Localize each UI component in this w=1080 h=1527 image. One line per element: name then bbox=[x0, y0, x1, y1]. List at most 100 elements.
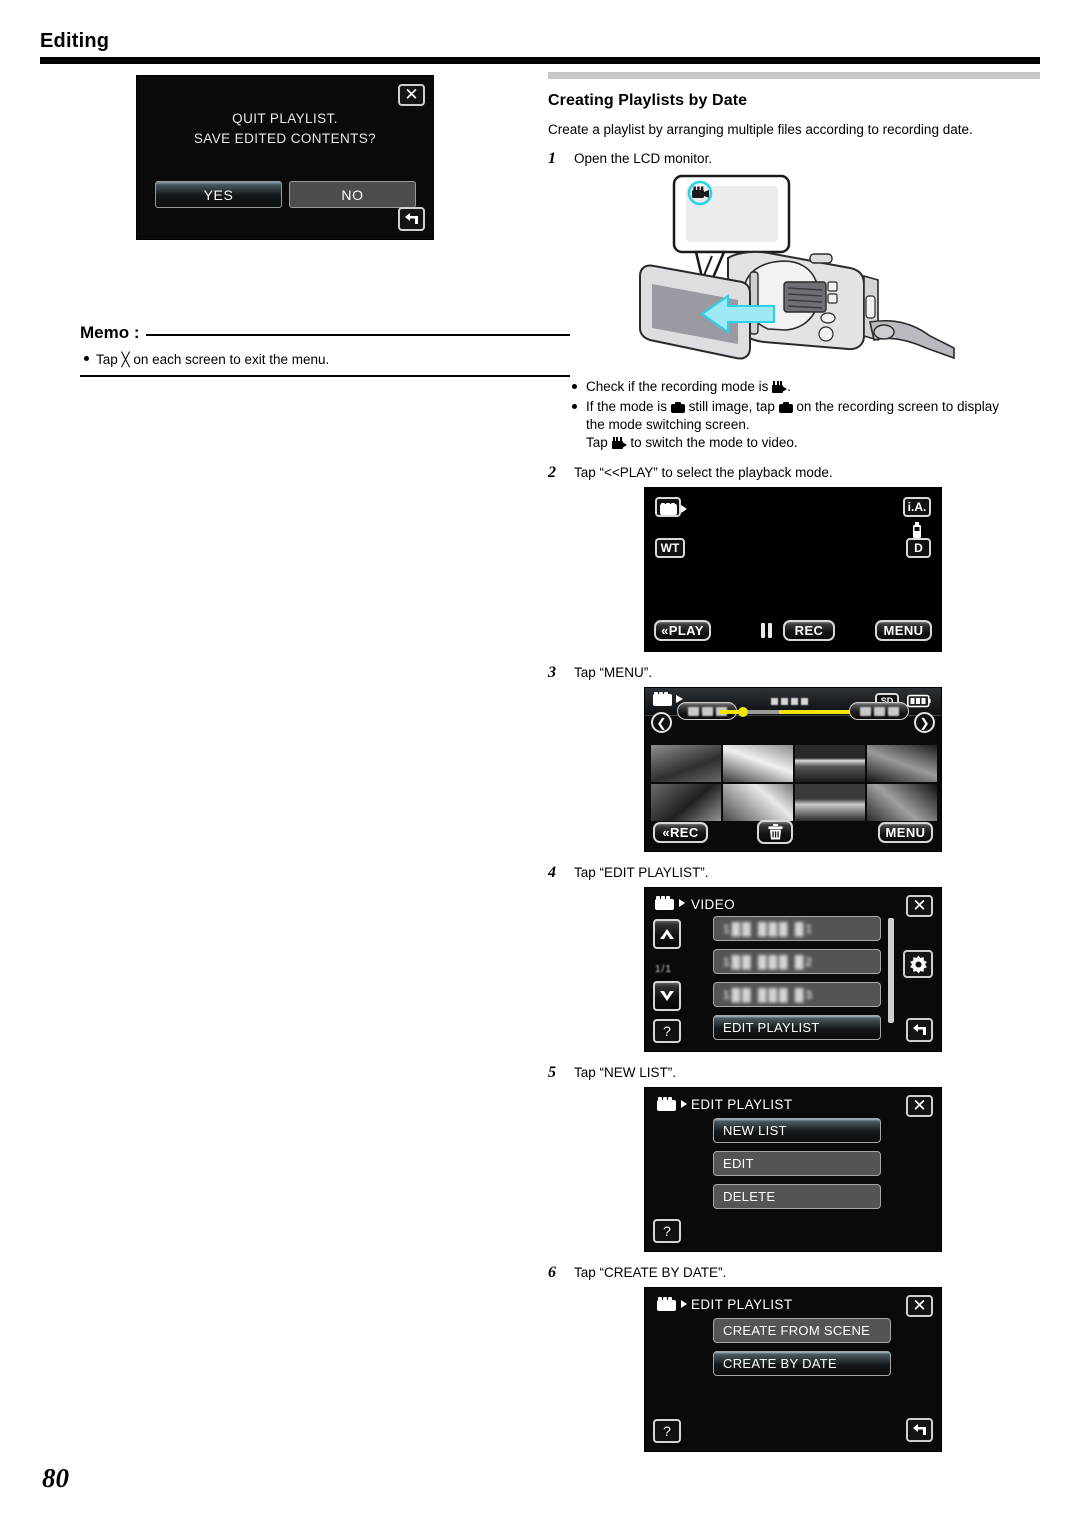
step-6-number: 6 bbox=[548, 1264, 556, 1281]
note-item-2: If the mode is still image, tap on the r… bbox=[548, 398, 1040, 452]
help-button[interactable]: ? bbox=[653, 1419, 681, 1443]
new-list-row[interactable]: NEW LIST bbox=[713, 1118, 881, 1143]
delete-row[interactable]: DELETE bbox=[713, 1184, 881, 1209]
back-arrow-glyph bbox=[912, 1424, 926, 1435]
thumbnail-item[interactable] bbox=[795, 784, 865, 821]
close-icon[interactable]: ✕ bbox=[906, 1295, 933, 1317]
note-item-1: Check if the recording mode is . bbox=[548, 378, 1040, 396]
video-mode-icon bbox=[611, 437, 627, 449]
intelligent-auto-badge[interactable]: i.A. bbox=[903, 497, 931, 517]
chevron-down-icon[interactable] bbox=[653, 981, 681, 1011]
page-header: Editing bbox=[40, 30, 1040, 64]
play-mode-button[interactable]: «PLAY bbox=[654, 620, 711, 641]
trash-icon[interactable] bbox=[757, 820, 793, 844]
note-2-text: If the mode is still image, tap on the r… bbox=[586, 398, 999, 452]
memo-title: Memo : bbox=[80, 323, 140, 342]
back-arrow-icon[interactable] bbox=[906, 1018, 933, 1042]
page-title: Editing bbox=[40, 30, 110, 52]
step-6-text: Tap “CREATE BY DATE”. bbox=[574, 1265, 727, 1280]
back-arrow-icon[interactable] bbox=[906, 1418, 933, 1442]
chevron-right-icon[interactable]: ❯ bbox=[914, 712, 935, 733]
thumbnail-index-screen: SD ❮ ❯ «REC MENU bbox=[644, 687, 942, 852]
step-4-text: Tap “EDIT PLAYLIST”. bbox=[574, 865, 709, 880]
note-2-text-c: on the recording screen to display bbox=[796, 399, 1000, 414]
create-from-scene-row[interactable]: CREATE FROM SCENE bbox=[713, 1318, 891, 1343]
camcorder-drawing bbox=[639, 174, 955, 360]
create-playlist-menu-screen: EDIT PLAYLIST ✕ CREATE FROM SCENE CREATE… bbox=[644, 1287, 942, 1452]
step-2-number: 2 bbox=[548, 464, 556, 481]
close-icon[interactable]: ✕ bbox=[906, 1095, 933, 1117]
trash-glyph bbox=[768, 824, 782, 840]
close-icon[interactable]: ✕ bbox=[398, 84, 425, 106]
video-mode-icon bbox=[653, 692, 683, 711]
video-mode-icon[interactable] bbox=[655, 497, 687, 517]
gear-icon[interactable] bbox=[903, 950, 933, 978]
video-menu-title: VIDEO bbox=[691, 897, 736, 912]
back-arrow-glyph bbox=[404, 213, 418, 224]
step-6: 6 Tap “CREATE BY DATE”. bbox=[548, 1264, 1040, 1282]
zoom-wt-button[interactable]: WT bbox=[655, 538, 685, 558]
yes-button[interactable]: YES bbox=[155, 181, 282, 208]
thumbnail-item[interactable] bbox=[651, 784, 721, 821]
right-column: Creating Playlists by Date Create a play… bbox=[548, 72, 1040, 1452]
help-button[interactable]: ? bbox=[653, 1019, 681, 1043]
thumbnail-item[interactable] bbox=[867, 745, 937, 782]
video-menu-row-1[interactable]: 1██ ███ █1 bbox=[713, 916, 881, 941]
step-1: 1 Open the LCD monitor. bbox=[548, 150, 1040, 168]
dialog-message-line2: SAVE EDITED CONTENTS? bbox=[193, 131, 377, 146]
bullet-icon bbox=[572, 378, 586, 396]
edit-playlist-menu-screen: EDIT PLAYLIST ✕ NEW LIST EDIT DELETE ? bbox=[644, 1087, 942, 1252]
menu-button[interactable]: MENU bbox=[875, 620, 932, 641]
timeline-knob[interactable] bbox=[738, 707, 748, 717]
date-pill-right[interactable] bbox=[849, 702, 909, 720]
step-4: 4 Tap “EDIT PLAYLIST”. bbox=[548, 864, 1040, 882]
note-2-text-a: If the mode is bbox=[586, 399, 668, 414]
quit-playlist-dialog-screen: ✕ QUIT PLAYLIST. SAVE EDITED CONTENTS? Y… bbox=[136, 75, 434, 240]
chevron-left-icon[interactable]: ❮ bbox=[651, 712, 672, 733]
create-menu-title: EDIT PLAYLIST bbox=[691, 1297, 793, 1312]
note-2-text-b: still image, tap bbox=[688, 399, 775, 414]
video-mode-icon bbox=[657, 1097, 687, 1116]
video-menu-row-2-label: 1██ ███ █2 bbox=[723, 954, 815, 969]
close-icon[interactable]: ✕ bbox=[906, 895, 933, 917]
step-2: 2 Tap “<<PLAY” to select the playback mo… bbox=[548, 464, 1040, 482]
create-by-date-row[interactable]: CREATE BY DATE bbox=[713, 1351, 891, 1376]
chevron-down-glyph bbox=[660, 991, 674, 1001]
thumbnail-item[interactable] bbox=[651, 745, 721, 782]
thumbnail-item[interactable] bbox=[795, 745, 865, 782]
camcorder-illustration bbox=[548, 172, 1040, 372]
dialog-message-line1: QUIT PLAYLIST. bbox=[232, 111, 338, 126]
video-menu-row-3[interactable]: 1██ ███ █3 bbox=[713, 982, 881, 1007]
back-arrow-icon[interactable] bbox=[398, 207, 425, 231]
note-2-text-e: Tap bbox=[586, 435, 608, 450]
date-timeline[interactable] bbox=[719, 707, 867, 717]
section-title: Creating Playlists by Date bbox=[548, 92, 748, 109]
thumbnail-item[interactable] bbox=[723, 745, 793, 782]
note-2-text-f: to switch the mode to video. bbox=[630, 435, 798, 450]
menu-button[interactable]: MENU bbox=[878, 822, 933, 843]
menu-scrollbar[interactable] bbox=[888, 918, 894, 1023]
help-button[interactable]: ? bbox=[653, 1219, 681, 1243]
thumbnail-item[interactable] bbox=[867, 784, 937, 821]
memo-item-text: Tap ╳ on each screen to exit the menu. bbox=[96, 352, 330, 367]
header-divider bbox=[40, 57, 1040, 64]
rec-button[interactable]: REC bbox=[783, 620, 835, 641]
page-number: 80 bbox=[42, 1463, 69, 1493]
video-menu-row-edit-playlist[interactable]: EDIT PLAYLIST bbox=[713, 1015, 881, 1040]
dialog-message: QUIT PLAYLIST. SAVE EDITED CONTENTS? bbox=[137, 109, 433, 149]
step-3: 3 Tap “MENU”. bbox=[548, 664, 1040, 682]
pause-icon bbox=[761, 623, 772, 638]
chevron-up-icon[interactable] bbox=[653, 919, 681, 949]
video-menu-row-2[interactable]: 1██ ███ █2 bbox=[713, 949, 881, 974]
step-4-number: 4 bbox=[548, 864, 556, 881]
edit-row[interactable]: EDIT bbox=[713, 1151, 881, 1176]
step-1-notes: Check if the recording mode is . If the … bbox=[548, 378, 1040, 452]
no-button[interactable]: NO bbox=[289, 181, 416, 208]
step-3-number: 3 bbox=[548, 664, 556, 681]
back-arrow-glyph bbox=[912, 1024, 926, 1035]
date-range-ticks bbox=[771, 698, 808, 705]
thumbnail-item[interactable] bbox=[723, 784, 793, 821]
still-image-mode-icon bbox=[778, 402, 793, 413]
rec-mode-button[interactable]: «REC bbox=[653, 822, 708, 843]
display-d-button[interactable]: D bbox=[906, 538, 931, 558]
